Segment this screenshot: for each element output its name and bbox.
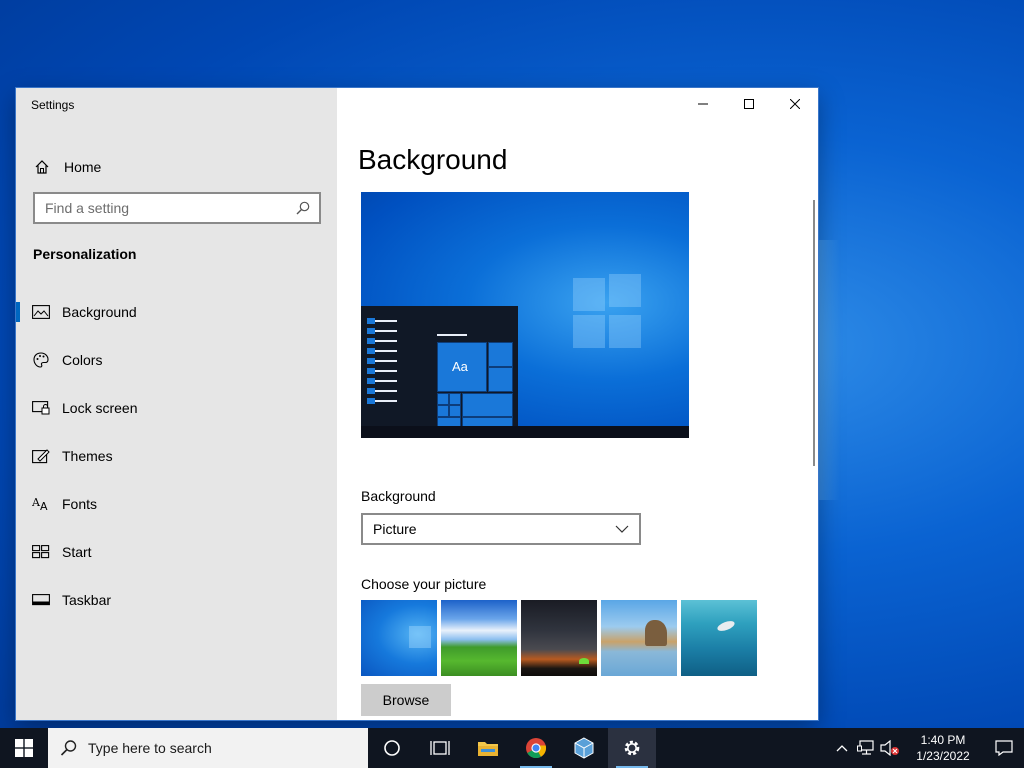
- palette-icon: [32, 351, 50, 369]
- task-view-icon: [430, 741, 450, 755]
- content-scrollbar[interactable]: [813, 200, 815, 466]
- notification-icon: [995, 740, 1013, 756]
- sidebar-item-themes[interactable]: Themes: [16, 432, 337, 480]
- search-icon[interactable]: [295, 200, 311, 216]
- sidebar-item-fonts[interactable]: AA Fonts: [16, 480, 337, 528]
- show-hidden-icons-button[interactable]: [830, 728, 854, 768]
- system-tray: 1:40 PM 1/23/2022: [830, 728, 1024, 768]
- choose-picture-label: Choose your picture: [361, 576, 487, 592]
- browse-button[interactable]: Browse: [361, 684, 451, 716]
- windows-start-icon: [15, 739, 33, 757]
- chrome-button[interactable]: [512, 728, 560, 768]
- svg-text:A: A: [40, 500, 48, 512]
- maximize-icon: [744, 99, 754, 109]
- settings-sidebar: Settings Home Personalization Background: [16, 88, 337, 720]
- search-icon: [60, 739, 78, 757]
- chevron-down-icon: [615, 522, 629, 536]
- thumbnail-beach-rock[interactable]: [601, 600, 677, 676]
- thumbnail-green-field[interactable]: [441, 600, 517, 676]
- virtualbox-icon: [574, 737, 594, 759]
- section-heading: Personalization: [33, 246, 137, 262]
- background-type-label: Background: [361, 488, 436, 504]
- thumbnail-windows-blue[interactable]: [361, 600, 437, 676]
- lock-screen-icon: [32, 399, 50, 417]
- sidebar-item-background[interactable]: Background: [16, 288, 337, 336]
- fonts-icon: AA: [32, 495, 50, 513]
- preview-taskbar: [361, 426, 689, 438]
- network-button[interactable]: [854, 728, 878, 768]
- volume-muted-icon: [880, 740, 899, 756]
- sidebar-item-label: Taskbar: [62, 592, 112, 608]
- taskbar-search-text: Type here to search: [88, 740, 212, 756]
- virtualbox-button[interactable]: [560, 728, 608, 768]
- taskbar-clock[interactable]: 1:40 PM 1/23/2022: [908, 732, 978, 764]
- cortana-icon: [384, 740, 400, 756]
- chevron-up-icon: [836, 745, 848, 752]
- taskbar-search-box[interactable]: Type here to search: [48, 728, 368, 768]
- windows-logo-watermark: [573, 274, 643, 350]
- minimize-button[interactable]: [680, 88, 726, 120]
- personalization-nav: Background Colors Lock screen Themes A A…: [16, 288, 337, 624]
- sidebar-item-label: Start: [62, 544, 92, 560]
- network-icon: [857, 740, 874, 755]
- action-center-button[interactable]: [984, 728, 1024, 768]
- find-setting-search[interactable]: [33, 192, 321, 224]
- gear-icon: [624, 740, 640, 756]
- nav-home-label: Home: [64, 159, 102, 175]
- clock-time: 1:40 PM: [920, 733, 966, 747]
- dropdown-value: Picture: [373, 521, 417, 537]
- start-button[interactable]: [0, 728, 48, 768]
- caption-buttons: [680, 88, 818, 120]
- start-icon: [32, 543, 50, 561]
- volume-button[interactable]: [878, 728, 902, 768]
- sidebar-item-label: Colors: [62, 352, 103, 368]
- settings-taskbar-button[interactable]: [608, 728, 656, 768]
- thumbnail-underwater[interactable]: [681, 600, 757, 676]
- sidebar-item-label: Fonts: [62, 496, 98, 512]
- preview-tile-header: [437, 334, 467, 336]
- preview-sample-text: Aa: [452, 359, 468, 374]
- minimize-icon: [698, 103, 708, 105]
- search-input[interactable]: [45, 200, 295, 216]
- brush-icon: [32, 447, 50, 465]
- task-view-button[interactable]: [416, 728, 464, 768]
- preview-tiles: Aa: [437, 342, 513, 429]
- background-type-dropdown[interactable]: Picture: [361, 513, 641, 545]
- sidebar-item-start[interactable]: Start: [16, 528, 337, 576]
- window-title: Settings: [31, 98, 75, 112]
- picture-icon: [32, 303, 50, 321]
- sidebar-item-label: Background: [62, 304, 137, 320]
- sidebar-item-taskbar[interactable]: Taskbar: [16, 576, 337, 624]
- settings-window: Settings Home Personalization Background: [16, 88, 818, 720]
- sidebar-item-label: Lock screen: [62, 400, 138, 416]
- close-icon: [790, 99, 800, 109]
- page-title: Background: [358, 144, 508, 175]
- nav-home[interactable]: Home: [32, 152, 322, 182]
- file-explorer-button[interactable]: [464, 728, 512, 768]
- clock-date: 1/23/2022: [916, 749, 970, 763]
- sidebar-item-colors[interactable]: Colors: [16, 336, 337, 384]
- maximize-button[interactable]: [726, 88, 772, 120]
- sidebar-item-label: Themes: [62, 448, 113, 464]
- picture-thumbnails: [361, 600, 757, 676]
- chrome-icon: [526, 738, 547, 759]
- cortana-button[interactable]: [368, 728, 416, 768]
- taskbar: Type here to search 1:40 PM 1/23/2022: [0, 728, 1024, 768]
- home-icon: [32, 157, 52, 177]
- taskbar-icon: [32, 591, 50, 609]
- preview-app-list: [367, 318, 397, 410]
- folder-icon: [478, 742, 498, 756]
- close-button[interactable]: [772, 88, 818, 120]
- thumbnail-night-sky[interactable]: [521, 600, 597, 676]
- sidebar-item-lock-screen[interactable]: Lock screen: [16, 384, 337, 432]
- desktop-preview: Aa: [361, 192, 689, 438]
